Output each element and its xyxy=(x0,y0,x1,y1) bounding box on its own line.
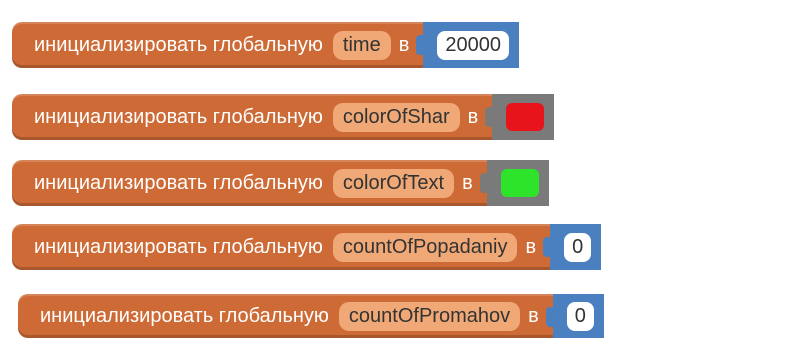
color-swatch-green[interactable] xyxy=(500,169,539,197)
in-label: в xyxy=(398,33,410,56)
blocks-workspace: инициализировать глобальную time в 20000… xyxy=(0,0,802,340)
variable-name-field[interactable]: countOfPopadaniy xyxy=(332,232,518,262)
color-swatch-red[interactable] xyxy=(506,103,545,131)
number-value-block[interactable]: 0 xyxy=(545,294,604,338)
block-label: инициализировать глобальную xyxy=(40,304,329,327)
variable-name-field[interactable]: colorOfText xyxy=(332,168,455,198)
color-value-block[interactable] xyxy=(485,94,555,140)
block-label: инициализировать глобальную xyxy=(34,235,323,258)
init-global-block-time[interactable]: инициализировать глобальную time в 20000 xyxy=(12,22,519,68)
init-global-block-countofpopadaniy[interactable]: инициализировать глобальную countOfPopad… xyxy=(12,224,602,270)
block-label: инициализировать глобальную xyxy=(34,105,323,128)
in-label: в xyxy=(467,105,479,128)
in-label: в xyxy=(528,304,539,327)
number-value-block[interactable]: 0 xyxy=(543,224,602,270)
init-global-block-colorofshar[interactable]: инициализировать глобальную colorOfShar … xyxy=(12,94,555,140)
in-label: в xyxy=(525,235,537,258)
init-global-block-countofpromahov[interactable]: инициализировать глобальную countOfProma… xyxy=(18,294,604,338)
variable-name-field[interactable]: time xyxy=(332,30,391,60)
block-label: инициализировать глобальную xyxy=(34,171,323,194)
in-label: в xyxy=(462,171,473,194)
init-global-block-coloroftext[interactable]: инициализировать глобальную colorOfText … xyxy=(12,160,549,206)
color-value-block[interactable] xyxy=(479,160,549,206)
block-label: инициализировать глобальную xyxy=(34,33,323,56)
number-field[interactable]: 0 xyxy=(566,301,594,331)
number-field[interactable]: 0 xyxy=(564,232,592,262)
number-field[interactable]: 20000 xyxy=(437,30,509,60)
variable-name-field[interactable]: countOfPromahov xyxy=(338,301,521,331)
number-value-block[interactable]: 20000 xyxy=(416,22,519,68)
variable-name-field[interactable]: colorOfShar xyxy=(332,102,460,132)
